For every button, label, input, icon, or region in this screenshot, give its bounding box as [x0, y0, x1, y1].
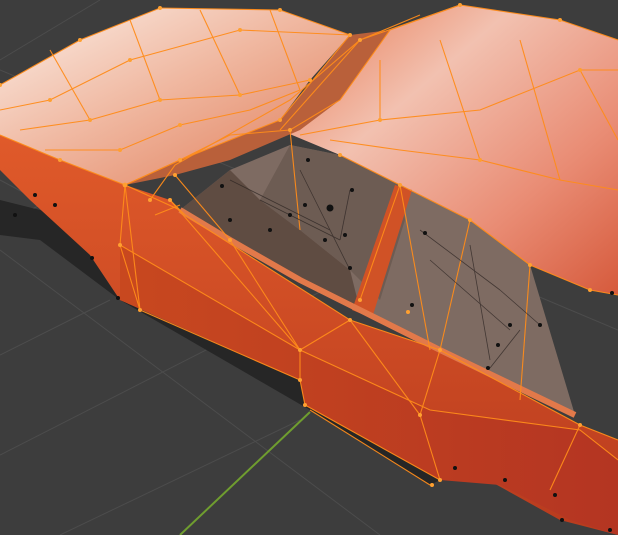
- viewport-scene[interactable]: [0, 0, 618, 535]
- 3d-viewport[interactable]: [0, 0, 618, 535]
- y-axis-line: [179, 411, 311, 535]
